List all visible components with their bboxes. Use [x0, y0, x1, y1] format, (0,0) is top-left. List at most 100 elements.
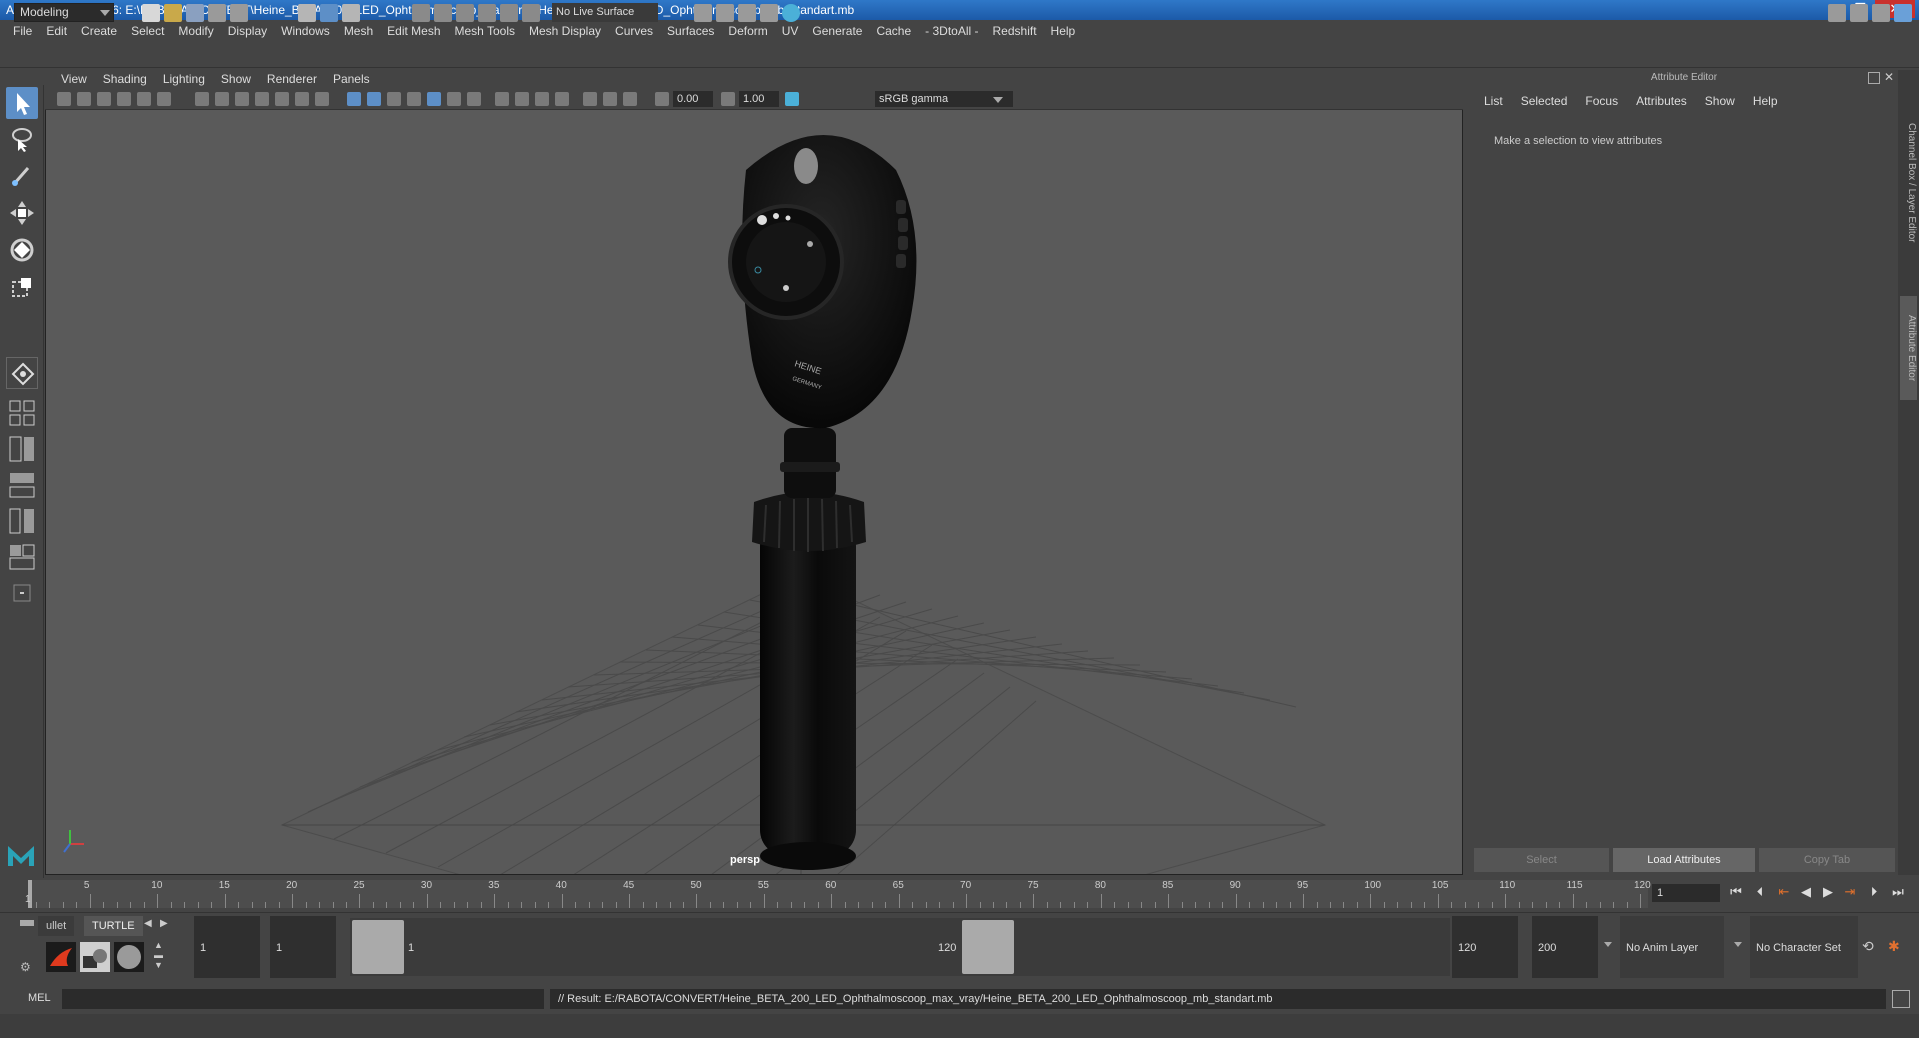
menu-modify[interactable]: Modify: [171, 24, 220, 38]
snap-grid-icon[interactable]: [412, 4, 430, 22]
shelf-scroll-right-icon[interactable]: ▶: [160, 918, 168, 929]
ambient-occlusion-icon[interactable]: [467, 92, 481, 106]
shelf-scroll-left-icon[interactable]: ◀: [144, 918, 152, 929]
field-chart-icon[interactable]: [275, 92, 289, 106]
chevron-down-icon[interactable]: [1604, 942, 1612, 947]
menu-select[interactable]: Select: [124, 24, 171, 38]
snap-curve-icon[interactable]: [434, 4, 452, 22]
menu-surfaces[interactable]: Surfaces: [660, 24, 721, 38]
depth-of-field-icon[interactable]: [535, 92, 549, 106]
image-plane-icon[interactable]: [117, 92, 131, 106]
3d-scene[interactable]: HEINE GERMANY: [46, 110, 1462, 874]
gate-mask-icon[interactable]: [255, 92, 269, 106]
menu-windows[interactable]: Windows: [274, 24, 337, 38]
shelf-item-bake-icon[interactable]: [80, 942, 110, 972]
tool-settings-icon[interactable]: [1872, 4, 1890, 22]
exposure-field[interactable]: 0.00: [673, 91, 713, 107]
tab-channel-box[interactable]: Channel Box / Layer Editor: [1900, 78, 1917, 288]
single-pane-layout-icon[interactable]: [6, 397, 38, 429]
hypershade-layout-icon[interactable]: [6, 541, 38, 573]
color-management-icon[interactable]: [785, 92, 799, 106]
step-forward-icon[interactable]: ⏵: [1866, 884, 1882, 900]
render-settings-icon[interactable]: [760, 4, 778, 22]
copy-tab-button[interactable]: Copy Tab: [1759, 848, 1895, 872]
shelf-scroll-icon[interactable]: ▲ ▬ ▼: [154, 940, 163, 970]
menu-curves[interactable]: Curves: [608, 24, 660, 38]
range-end-handle[interactable]: [962, 920, 1014, 974]
live-surface-field[interactable]: No Live Surface: [552, 3, 658, 22]
smooth-shade-icon[interactable]: [367, 92, 381, 106]
range-slider[interactable]: [350, 918, 1450, 976]
tab-attribute-editor[interactable]: Attribute Editor: [1900, 296, 1917, 400]
render-sequence-icon[interactable]: [716, 4, 734, 22]
mode-select[interactable]: Modeling: [14, 3, 114, 22]
save-scene-icon[interactable]: [186, 4, 204, 22]
gamma-icon[interactable]: [721, 92, 735, 106]
menu-redshift[interactable]: Redshift: [986, 24, 1044, 38]
viewport-menu-panels[interactable]: Panels: [325, 72, 378, 86]
shelf-item-sphere-icon[interactable]: [114, 942, 144, 972]
shelf-settings-icon[interactable]: ⚙: [20, 960, 31, 974]
menu-file[interactable]: File: [6, 24, 39, 38]
snap-view-icon[interactable]: [478, 4, 496, 22]
snap-surface-icon[interactable]: [500, 4, 518, 22]
shelf-item-fire-icon[interactable]: [46, 942, 76, 972]
gamma-field[interactable]: 1.00: [739, 91, 779, 107]
shadows-icon[interactable]: [447, 92, 461, 106]
resolution-gate-icon[interactable]: [235, 92, 249, 106]
shelf-tab-bullet[interactable]: ullet: [38, 916, 75, 936]
snap-magnet-icon[interactable]: [522, 4, 540, 22]
xray-icon[interactable]: [583, 92, 597, 106]
attr-menu-selected[interactable]: Selected: [1512, 94, 1577, 108]
custom-layout-icon[interactable]: [6, 577, 38, 609]
menu-mesh[interactable]: Mesh: [337, 24, 380, 38]
select-button[interactable]: Select: [1474, 848, 1609, 872]
menu-mesh-tools[interactable]: Mesh Tools: [448, 24, 522, 38]
select-tool-icon[interactable]: [6, 87, 38, 119]
viewport-menu-renderer[interactable]: Renderer: [259, 72, 325, 86]
safe-action-icon[interactable]: [295, 92, 309, 106]
wireframe-icon[interactable]: [347, 92, 361, 106]
attr-menu-list[interactable]: List: [1475, 94, 1512, 108]
attr-menu-focus[interactable]: Focus: [1576, 94, 1627, 108]
chevron-down-icon[interactable]: [1734, 942, 1742, 947]
menu-cache[interactable]: Cache: [869, 24, 918, 38]
viewport-menu-view[interactable]: View: [53, 72, 95, 86]
viewport-menu-show[interactable]: Show: [213, 72, 259, 86]
textured-icon[interactable]: [407, 92, 421, 106]
shelf-menu-icon[interactable]: [20, 920, 34, 926]
auto-key-icon[interactable]: ⟲: [1862, 938, 1874, 955]
snap-point-icon[interactable]: [456, 4, 474, 22]
outliner-layout-icon[interactable]: [6, 469, 38, 501]
float-panel-icon[interactable]: [1868, 72, 1880, 84]
new-scene-icon[interactable]: [142, 4, 160, 22]
menu-edit-mesh[interactable]: Edit Mesh: [380, 24, 447, 38]
current-frame-field[interactable]: 1: [1652, 884, 1720, 902]
menu-deform[interactable]: Deform: [721, 24, 774, 38]
command-input[interactable]: [62, 989, 544, 1009]
attr-menu-show[interactable]: Show: [1696, 94, 1744, 108]
open-scene-icon[interactable]: [164, 4, 182, 22]
attr-menu-help[interactable]: Help: [1744, 94, 1787, 108]
script-editor-icon[interactable]: [1892, 990, 1910, 1008]
menu-edit[interactable]: Edit: [39, 24, 74, 38]
go-to-end-icon[interactable]: ⏭: [1890, 884, 1906, 900]
anti-aliasing-icon[interactable]: [515, 92, 529, 106]
load-attributes-button[interactable]: Load Attributes: [1613, 848, 1755, 872]
channel-box-icon[interactable]: [1894, 4, 1912, 22]
play-backwards-icon[interactable]: ◀: [1798, 884, 1814, 900]
rotate-tool-icon[interactable]: [6, 234, 38, 266]
lasso-tool-icon[interactable]: [6, 123, 38, 155]
viewport-menu-shading[interactable]: Shading: [95, 72, 155, 86]
animation-preferences-icon[interactable]: ✱: [1888, 938, 1900, 955]
select-hierarchy-icon[interactable]: [298, 4, 316, 22]
select-object-icon[interactable]: [320, 4, 338, 22]
play-forwards-icon[interactable]: ▶: [1820, 884, 1836, 900]
anim-layer-select[interactable]: No Anim Layer: [1620, 916, 1724, 978]
start-time-field[interactable]: 1: [194, 916, 260, 978]
step-forward-key-icon[interactable]: ⇥: [1842, 884, 1858, 900]
wireframe-on-shaded-icon[interactable]: [387, 92, 401, 106]
select-component-icon[interactable]: [342, 4, 360, 22]
hypershade-icon[interactable]: [782, 4, 800, 22]
film-gate-icon[interactable]: [215, 92, 229, 106]
